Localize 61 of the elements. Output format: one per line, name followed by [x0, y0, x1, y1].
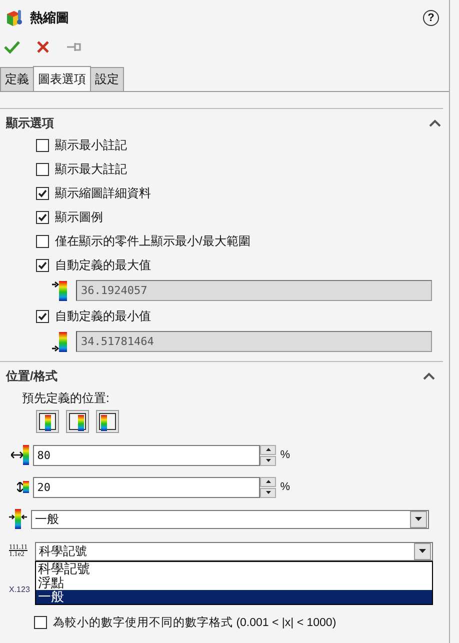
caret-down-icon: [266, 459, 271, 462]
number-format-dropdown[interactable]: 科學記號: [35, 542, 433, 560]
check-icon[interactable]: [4, 40, 20, 54]
position-button[interactable]: [66, 410, 89, 433]
tab[interactable]: 設定: [90, 67, 124, 91]
panel-title: 熱縮圖: [30, 9, 70, 27]
collapse-icon[interactable]: [423, 372, 435, 380]
caret-up-icon: [266, 448, 271, 451]
unit-label: %: [280, 449, 290, 461]
collapse-icon[interactable]: [429, 119, 441, 127]
checkbox[interactable]: [36, 162, 49, 176]
tab[interactable]: 定義: [0, 67, 34, 91]
orientation-dropdown[interactable]: 一般: [31, 510, 429, 528]
spin-down-button[interactable]: [260, 488, 276, 498]
dropdown-option[interactable]: 科學記號: [36, 562, 432, 576]
orientation-icon: [9, 509, 27, 529]
height-scale-icon: [17, 481, 30, 493]
checkbox-label: 顯示圖例: [55, 208, 103, 226]
help-icon[interactable]: ?: [423, 10, 439, 26]
spin-up-button[interactable]: [260, 476, 276, 486]
number-field[interactable]: 20: [33, 476, 260, 498]
width-scale-icon: [11, 445, 30, 465]
number-field[interactable]: 80: [33, 444, 260, 466]
preset-position-label: 預先定義的位置:: [21, 390, 110, 407]
max-value-icon: [52, 280, 70, 300]
section-title: 位置/格式: [6, 368, 58, 384]
checkbox[interactable]: [36, 186, 49, 200]
checkbox-label: 自動定義的最大值: [55, 256, 151, 274]
checkbox[interactable]: [36, 310, 49, 322]
position-button[interactable]: [36, 410, 59, 433]
checkbox[interactable]: [34, 616, 47, 628]
thermal-cube-icon: [6, 9, 24, 27]
checkbox-label: 顯示最大註記: [55, 160, 127, 178]
decimals-icon: X.123: [9, 584, 30, 594]
checkbox-label: 自動定義的最小值: [55, 308, 151, 324]
color-scale-icon: [78, 415, 84, 431]
position-button[interactable]: [96, 410, 119, 433]
caret-up-icon: [266, 480, 271, 483]
caret-down-icon: [415, 517, 422, 521]
color-scale-icon: [101, 415, 107, 431]
dropdown-option[interactable]: 一般: [36, 590, 432, 604]
tab[interactable]: 圖表選項: [33, 66, 91, 91]
caret-down-icon: [419, 549, 426, 553]
checkbox[interactable]: [36, 210, 49, 224]
checkbox[interactable]: [36, 234, 49, 248]
spin-down-button[interactable]: [260, 456, 276, 466]
color-scale-icon: [44, 415, 50, 431]
dropdown-option[interactable]: 浮點: [36, 576, 432, 590]
pin-icon[interactable]: [66, 41, 82, 53]
close-icon[interactable]: [36, 40, 50, 54]
spin-up-button[interactable]: [260, 444, 276, 454]
checkbox-label: 僅在顯示的零件上顯示最小/最大範圍: [55, 232, 250, 250]
checkbox-label: 為較小的數字使用不同的數字格式 (0.001 < |x| < 1000): [53, 615, 336, 630]
checkbox-label: 顯示縮圖詳細資料: [55, 184, 151, 202]
min-value-icon: [52, 332, 70, 352]
section-title: 顯示選項: [6, 114, 54, 132]
checkbox-label: 顯示最小註記: [55, 136, 127, 154]
caret-down-icon: [266, 491, 271, 494]
checkbox[interactable]: [36, 258, 49, 272]
checkbox[interactable]: [36, 138, 49, 152]
unit-label: %: [280, 481, 290, 493]
